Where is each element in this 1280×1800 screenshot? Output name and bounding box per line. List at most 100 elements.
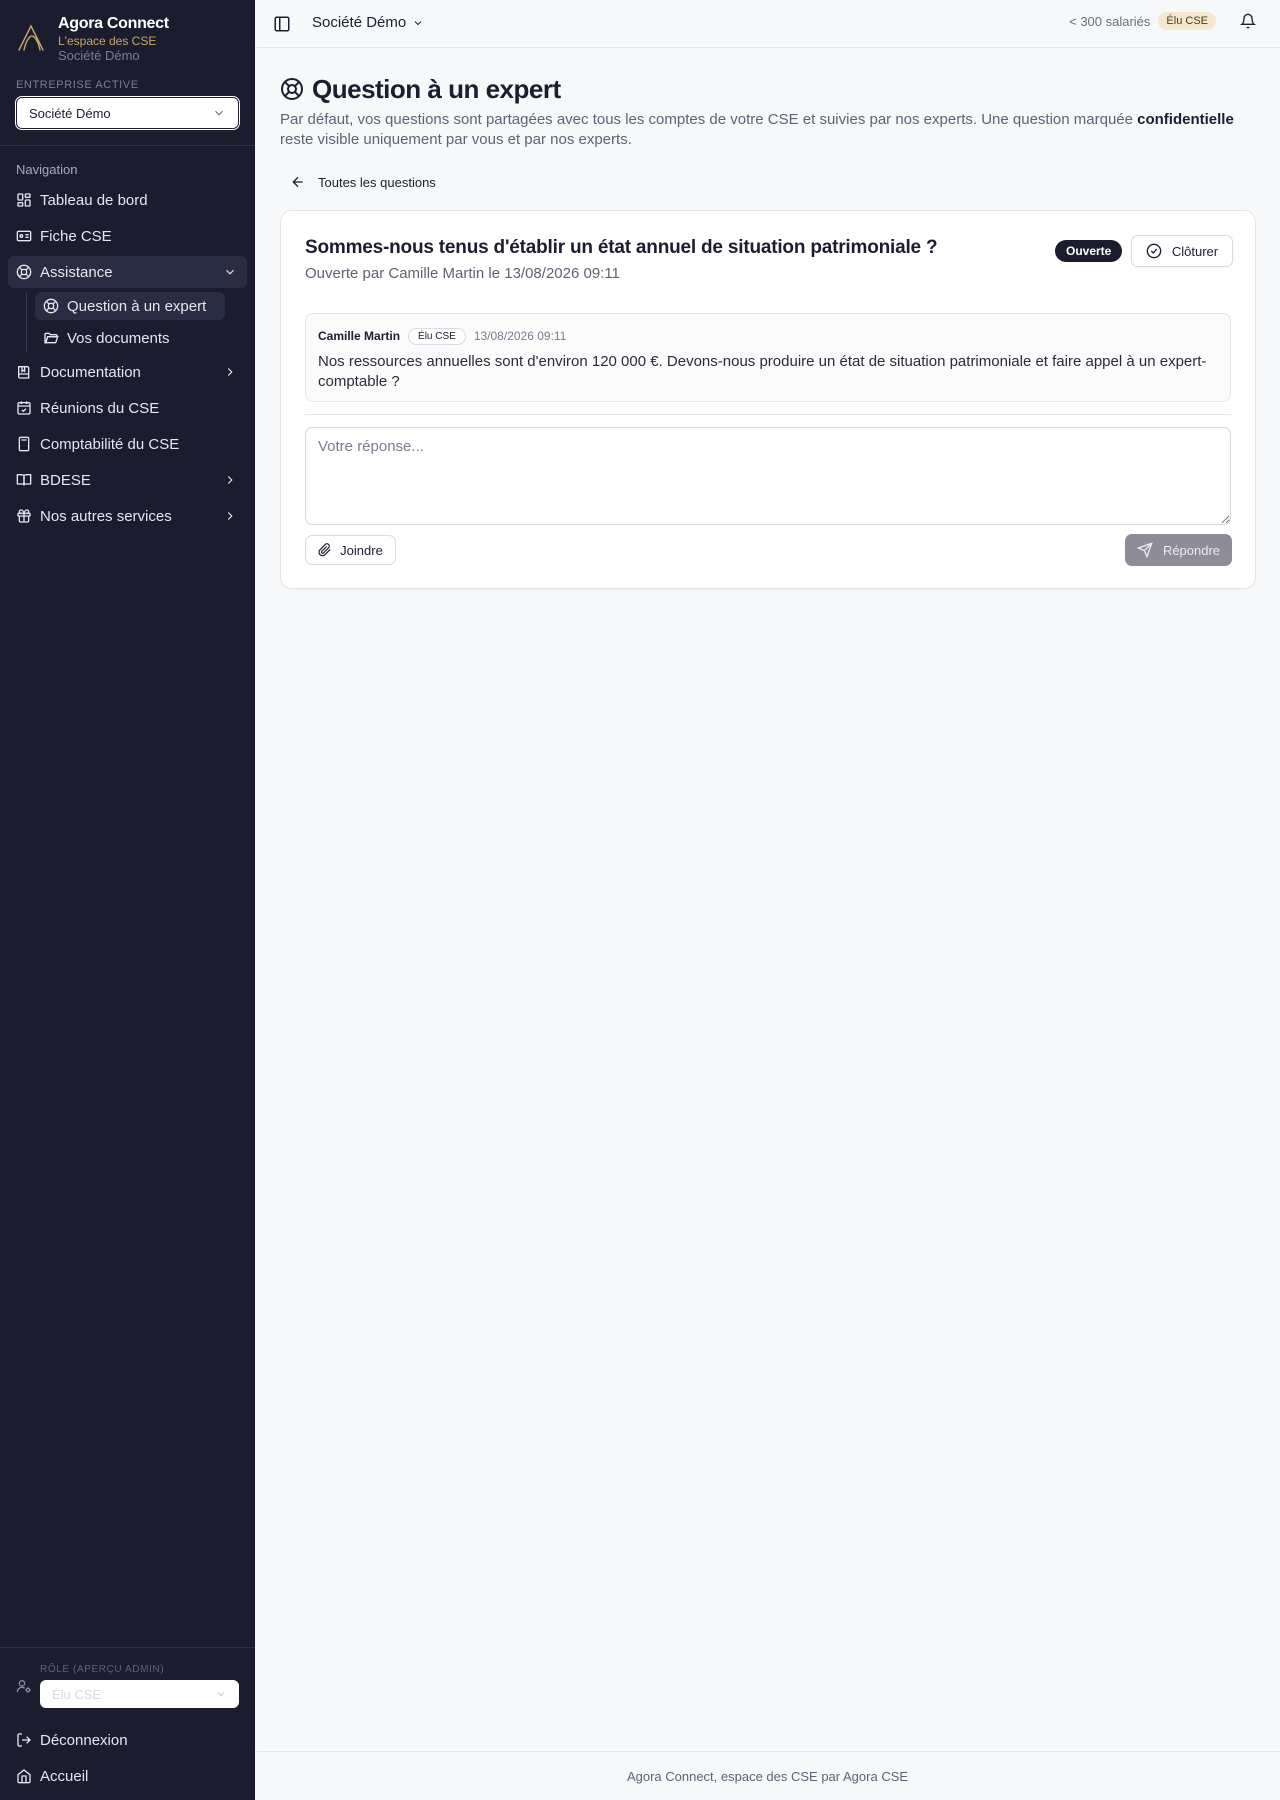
message-item: Camille Martin Élu CSE 13/08/2026 09:11 … (305, 313, 1231, 402)
sidebar-item-documentation[interactable]: Documentation (8, 356, 247, 388)
bell-icon[interactable] (1240, 13, 1256, 29)
employee-count: < 300 salariés (1069, 13, 1151, 29)
question-meta: Ouverte par Camille Martin le 13/08/2026… (305, 265, 620, 282)
folder-open-icon (43, 330, 59, 346)
sidebar-submenu-assistance: Question à un expert Vos documents (26, 292, 247, 352)
sidebar-item-label: Question à un expert (67, 297, 207, 315)
page-description: Par défaut, vos questions sont partagées… (280, 110, 1256, 150)
page-desc-part: reste visible uniquement par vous et par… (280, 131, 632, 148)
role-label: Rôle (aperçu admin) (40, 1664, 165, 1675)
sidebar: Agora Connect L'espace des CSE Société D… (0, 0, 255, 1800)
topbar-right: < 300 salariés Élu CSE (1069, 12, 1256, 30)
sidebar-item-label: Réunions du CSE (40, 399, 160, 417)
page-title-text: Question à un expert (312, 73, 561, 104)
role-badge: Élu CSE (1158, 12, 1216, 30)
sidebar-nav: Tableau de bord Fiche CSE Assistance Que… (8, 184, 247, 536)
sidebar-item-label: Assistance (40, 263, 113, 281)
message-header: Camille Martin Élu CSE 13/08/2026 09:11 (318, 326, 1218, 346)
message-body: Nos ressources annuelles sont d'environ … (318, 353, 1207, 390)
page-desc-part: Par défaut, vos questions sont partagées… (280, 111, 1138, 128)
logout-icon (16, 1732, 32, 1748)
chevron-down-icon (217, 1692, 225, 1697)
company-switcher[interactable]: Société Démo (312, 14, 424, 31)
card-divider (305, 414, 1231, 415)
calendar-check-icon (16, 400, 32, 416)
sidebar-item-vos-documents[interactable]: Vos documents (35, 324, 225, 352)
gift-icon (16, 508, 32, 524)
status-badge: Ouverte (1055, 240, 1123, 262)
sidebar-item-question-expert[interactable]: Question à un expert (35, 292, 225, 320)
question-title: Sommes-nous tenus d'établir un état annu… (305, 237, 938, 258)
enterprise-label: Entreprise active (16, 79, 139, 91)
agora-logo-icon (18, 24, 44, 51)
chevron-right-icon (227, 368, 233, 376)
sidebar-item-assistance[interactable]: Assistance (8, 256, 247, 288)
lifebuoy-icon (43, 298, 59, 314)
check-circle-icon (1146, 243, 1162, 259)
lifebuoy-icon (16, 264, 32, 280)
reply-button[interactable]: Répondre (1125, 534, 1232, 566)
sidebar-bottom-nav: Déconnexion Accueil (8, 1724, 247, 1796)
sidebar-item-label: Nos autres services (40, 507, 172, 525)
user-cog-icon (16, 1680, 31, 1693)
sidebar-item-fiche-cse[interactable]: Fiche CSE (8, 220, 247, 252)
role-select[interactable]: Élu CSE (40, 1680, 239, 1708)
book-open-icon (16, 472, 32, 488)
attach-button-label: Joindre (340, 542, 383, 558)
reply-textarea[interactable] (305, 427, 1231, 525)
id-card-icon (16, 228, 32, 244)
sidebar-item-logout[interactable]: Déconnexion (8, 1724, 247, 1756)
brand-title: Agora Connect (58, 15, 169, 32)
brand-tagline: L'espace des CSE (58, 34, 157, 48)
sidebar-item-label: Vos documents (67, 329, 170, 347)
attach-button[interactable]: Joindre (305, 535, 396, 565)
back-link-label: Toutes les questions (318, 174, 436, 190)
close-button-label: Clôturer (1171, 243, 1219, 259)
dashboard-icon (16, 192, 32, 208)
sidebar-item-label: Fiche CSE (40, 227, 112, 245)
send-icon (1136, 542, 1153, 558)
enterprise-select[interactable]: Société Démo (16, 97, 239, 129)
brand-text: Agora Connect L'espace des CSE Société D… (58, 14, 169, 64)
sidebar-toggle-icon[interactable] (273, 15, 291, 33)
sidebar-divider (0, 145, 255, 146)
question-card: Sommes-nous tenus d'établir un état annu… (280, 210, 1256, 589)
back-to-questions-link[interactable]: Toutes les questions (290, 170, 1256, 194)
paperclip-icon (318, 543, 331, 557)
sidebar-item-home[interactable]: Accueil (8, 1760, 247, 1792)
message-date: 13/08/2026 09:11 (473, 329, 567, 343)
brand-company: Société Démo (58, 48, 140, 63)
message-role-badge: Élu CSE (408, 327, 466, 345)
arrow-left-icon (292, 176, 303, 188)
chevron-right-icon (227, 512, 233, 520)
chevron-down-icon (414, 20, 422, 25)
sidebar-item-label: Déconnexion (40, 1731, 128, 1749)
home-icon (16, 1768, 32, 1784)
sidebar-item-label: Comptabilité du CSE (40, 435, 180, 453)
sidebar-item-label: Tableau de bord (40, 191, 148, 209)
chevron-down-icon (226, 269, 234, 275)
sidebar-item-bdese[interactable]: BDESE (8, 464, 247, 496)
footer: Agora Connect, espace des CSE par Agora … (255, 1751, 1280, 1800)
sidebar-item-dashboard[interactable]: Tableau de bord (8, 184, 247, 216)
chevron-down-icon (215, 110, 223, 116)
message-author: Camille Martin (318, 329, 401, 343)
chevron-right-icon (227, 476, 233, 484)
company-switcher-label: Société Démo (312, 14, 407, 31)
nav-section-label: Navigation (16, 162, 78, 177)
calculator-icon (16, 436, 32, 452)
sidebar-divider (0, 1647, 255, 1648)
page-desc-bold: confidentielle (1137, 111, 1234, 128)
topbar: Société Démo < 300 salariés Élu CSE (255, 0, 1280, 48)
brand[interactable]: Agora Connect L'espace des CSE Société D… (16, 14, 169, 64)
sidebar-item-autres-services[interactable]: Nos autres services (8, 500, 247, 532)
sidebar-item-comptabilite[interactable]: Comptabilité du CSE (8, 428, 247, 460)
main-content: Question à un expert Par défaut, vos que… (280, 72, 1256, 589)
role-select-value: Élu CSE (52, 1686, 102, 1702)
sidebar-item-reunions[interactable]: Réunions du CSE (8, 392, 247, 424)
sidebar-item-label: Documentation (40, 363, 141, 381)
close-question-button[interactable]: Clôturer (1131, 235, 1233, 267)
lifebuoy-icon (281, 78, 303, 100)
footer-text: Agora Connect, espace des CSE par Agora … (626, 1768, 909, 1784)
page-title: Question à un expert (280, 72, 1256, 106)
